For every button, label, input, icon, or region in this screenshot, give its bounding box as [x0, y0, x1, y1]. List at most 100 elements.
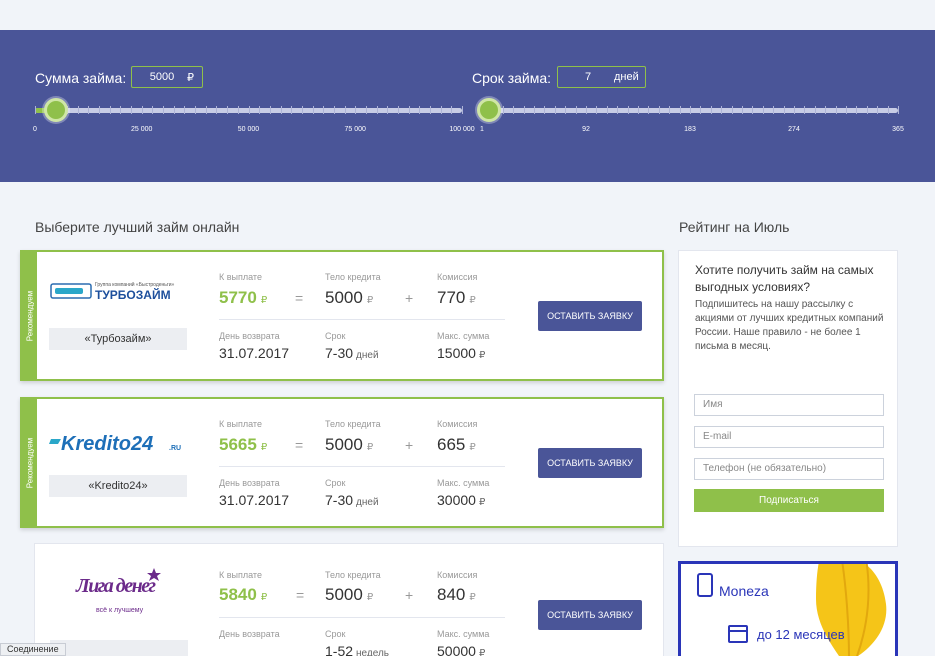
amount-track-tick [408, 106, 410, 114]
term-value: 1-52 недель [325, 643, 390, 656]
amount-slider-handle[interactable] [44, 98, 69, 122]
subscribe-heading: Хотите получить займ на самых выгодных у… [695, 263, 874, 294]
moneza-banner[interactable]: Moneza до 12 месяцев [678, 561, 898, 656]
term-label: Срок займа: [472, 70, 552, 86]
amount-tick-label: 25 000 [131, 126, 153, 133]
amount-track-tick [355, 106, 357, 114]
amount-track-tick [163, 106, 165, 114]
term-track-tick [721, 106, 723, 114]
commission-value: 840 ₽ [437, 585, 476, 604]
amount-track-tick [344, 106, 346, 114]
payout-label: К выплате [219, 272, 262, 282]
term-track-tick [783, 106, 785, 114]
loan-calculator-panel: Сумма займа: 5000 ₽ 0 25 000 50 000 75 000 1… [0, 30, 935, 182]
amount-input[interactable]: 5000 ₽ [131, 66, 203, 88]
payout-value: 5665 ₽ [219, 435, 268, 454]
balloon-icon [816, 564, 887, 656]
term-track-tick [752, 106, 754, 114]
max-sum-value: 15000 ₽ [437, 345, 486, 361]
return-day-label: День возврата [219, 629, 280, 639]
kredito24-logo-sub: .RU [169, 445, 181, 452]
term-track-tick [731, 106, 733, 114]
amount-label: Сумма займа: [35, 70, 127, 86]
max-sum-label: Макс. сумма [437, 478, 490, 488]
amount-track[interactable] [35, 106, 463, 114]
term-value: 7-30 дней [325, 345, 379, 361]
subscribe-text: Подпишитесь на нашу рассылку с акциями о… [695, 299, 884, 352]
term-tick-label: 1 [480, 126, 484, 133]
term-track-tick [565, 106, 567, 114]
term-track-tick [586, 106, 587, 114]
term-track-tick [606, 106, 608, 114]
term-tick-label: 92 [582, 126, 590, 133]
banner-term: до 12 месяцев [757, 627, 845, 642]
amount-track-tick [131, 106, 133, 114]
term-track-tick [856, 106, 858, 114]
amount-track-tick [365, 106, 367, 114]
amount-track-tick [280, 106, 282, 114]
plus-sign: + [405, 437, 414, 453]
max-sum-label: Макс. сумма [437, 331, 490, 341]
amount-track-tick [387, 106, 389, 114]
payout-value: 5840 ₽ [219, 585, 268, 604]
term-track-tick [877, 106, 879, 114]
term-track-tick [617, 106, 619, 114]
amount-track-tick [99, 106, 101, 114]
term-track-tick [700, 106, 702, 114]
amount-tick-label: 0 [33, 126, 37, 133]
term-slider-handle[interactable] [476, 98, 501, 122]
term-label: Срок [325, 478, 346, 488]
amount-track-tick [227, 106, 229, 114]
amount-track-tick [440, 106, 442, 114]
term-track-tick [679, 106, 681, 114]
turbozaim-logo[interactable]: Группа компаний «Быстроденьги» ТУРБОЗАЙМ [49, 270, 189, 320]
amount-value: 5000 [149, 71, 175, 83]
company-name[interactable] [50, 640, 188, 656]
company-name[interactable]: «Kredito24» [49, 475, 187, 497]
name-field[interactable]: Имя [694, 394, 884, 416]
liga-deneg-logo[interactable]: Лига денег всё к лучшему [70, 562, 170, 632]
kredito24-logo[interactable]: Kredito24 .RU [49, 417, 189, 467]
apply-button[interactable]: Оставить заявку [538, 448, 642, 478]
company-name[interactable]: «Турбозайм» [49, 328, 187, 350]
offer-card: Рекомендуем Kredito24 .RU «Kredito24» К … [20, 397, 664, 528]
term-value: 7 [584, 71, 592, 83]
divider [219, 319, 505, 320]
term-input[interactable]: 7 дней [557, 66, 646, 88]
term-tick-label: 274 [788, 126, 800, 133]
plus-sign: + [405, 290, 414, 306]
term-track[interactable] [482, 106, 899, 114]
term-track-tick [835, 106, 837, 114]
term-track-tick [502, 106, 504, 114]
offer-card: Рекомендуем Группа компаний «Быстроденьг… [20, 250, 664, 381]
term-track-tick [544, 106, 546, 114]
term-track-tick [534, 106, 535, 114]
term-track-tick [866, 106, 868, 114]
recommended-label: Рекомендуем [25, 290, 34, 341]
term-tick-label: 365 [892, 126, 904, 133]
term-track-tick [794, 106, 795, 114]
apply-button[interactable]: Оставить заявку [538, 301, 642, 331]
amount-track-tick [141, 106, 143, 114]
recommended-label: Рекомендуем [25, 437, 34, 488]
offers-title: Выберите лучший займ онлайн [35, 219, 240, 235]
phone-field[interactable]: Телефон (не обязательно) [694, 458, 884, 480]
kredito24-logo-text: Kredito24 [61, 433, 153, 455]
equals-sign: = [295, 437, 304, 453]
term-track-tick [669, 106, 671, 114]
body-value: 5000 ₽ [325, 435, 374, 454]
apply-button[interactable]: Оставить заявку [538, 600, 642, 630]
term-track-tick [898, 106, 899, 114]
amount-track-tick [35, 106, 36, 114]
subscribe-button[interactable]: Подписаться [694, 489, 884, 512]
equals-sign: = [296, 587, 305, 603]
term-tick-label: 183 [684, 126, 696, 133]
term-value: 7-30 дней [325, 492, 379, 508]
email-field[interactable]: E-mail [694, 426, 884, 448]
term-track-tick [710, 106, 712, 114]
body-value: 5000 ₽ [325, 288, 374, 307]
amount-track-tick [237, 106, 239, 114]
term-track-tick [648, 106, 650, 114]
payout-value: 5770 ₽ [219, 288, 268, 307]
calendar-icon [728, 625, 748, 643]
